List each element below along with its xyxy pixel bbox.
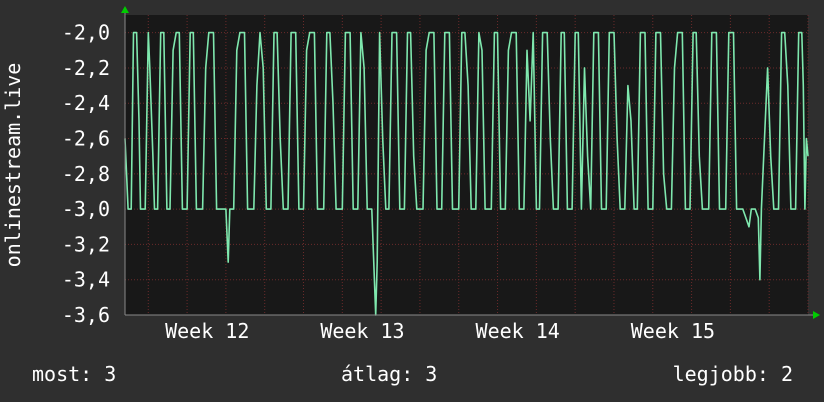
y-tick-label: -2,2 [62, 56, 110, 80]
current-value-label: most: 3 [32, 362, 117, 386]
x-tick-labels: Week 12 Week 13 Week 14 Week 15 [165, 319, 715, 343]
best-value-label: legjobb: 2 [672, 362, 793, 386]
y-tick-label: -2,4 [62, 91, 110, 115]
y-tick-labels: -2,0 -2,2 -2,4 -2,6 -2,8 -3,0 -3,2 -3,4 -3,6 [62, 21, 110, 327]
x-tick-label: Week 15 [631, 319, 715, 343]
x-tick-label: Week 12 [165, 319, 249, 343]
y-tick-label: -3,6 [62, 303, 110, 327]
average-value-label: átlag: 3 [341, 362, 438, 386]
x-tick-label: Week 13 [320, 319, 404, 343]
x-tick-label: Week 14 [476, 319, 560, 343]
y-axis-label: onlinestream.live [1, 63, 25, 268]
y-tick-label: -2,0 [62, 21, 110, 45]
y-tick-label: -3,0 [62, 197, 110, 221]
x-axis-arrow-icon [813, 311, 820, 319]
y-axis-arrow-icon [121, 6, 129, 13]
chart: -2,0 -2,2 -2,4 -2,6 -2,8 -3,0 -3,2 -3,4 -3,6 Wee… [1, 6, 820, 343]
y-tick-label: -2,6 [62, 127, 110, 151]
y-tick-label: -2,8 [62, 162, 110, 186]
y-tick-label: -3,4 [62, 268, 110, 292]
y-tick-label: -3,2 [62, 232, 110, 256]
